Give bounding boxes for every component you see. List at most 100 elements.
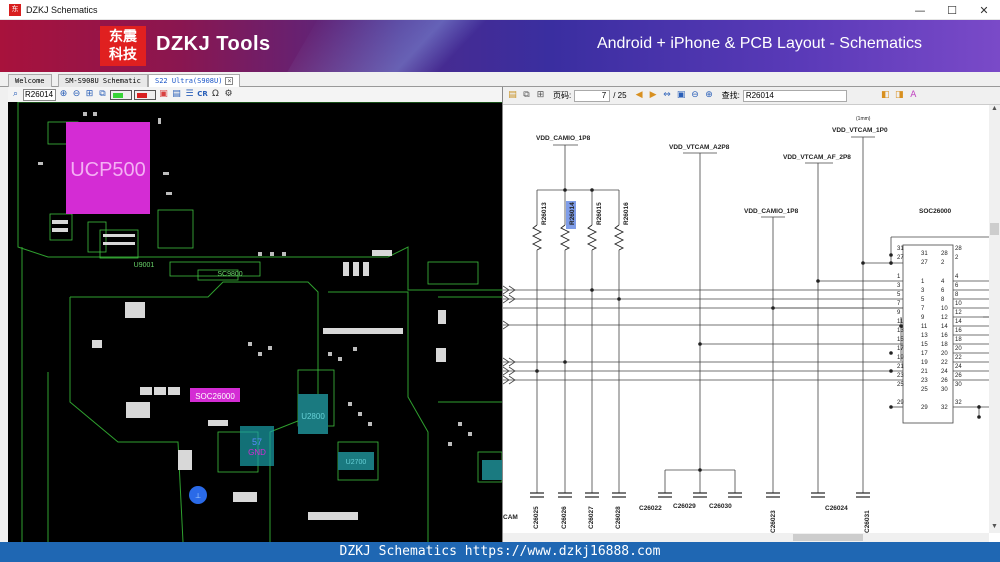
capacitor-symbols bbox=[530, 492, 870, 498]
tab-welcome[interactable]: Welcome bbox=[8, 74, 52, 87]
ic-inner-left-pin: 11 bbox=[921, 324, 928, 330]
search-icon[interactable]: ⌕ bbox=[10, 89, 21, 100]
ic-inner-left-pin: 29 bbox=[921, 405, 928, 411]
cr-toggle[interactable]: CR bbox=[197, 89, 208, 100]
ic-outer-left-pin: 25 bbox=[897, 382, 904, 388]
rail-labels: VDD_CAMIO_1P8 VDD_VTCAM_A2P8 VDD_VTCAM_A… bbox=[503, 127, 952, 521]
next-page-icon[interactable]: ▶ bbox=[648, 90, 659, 101]
close-button[interactable]: ✕ bbox=[968, 0, 1000, 20]
rail-vdd-camio-2: VDD_CAMIO_1P8 bbox=[744, 208, 799, 215]
pcb-canvas[interactable]: UCP500 U9001 SC9800 SOC26000 57 GND U280… bbox=[8, 102, 502, 542]
ic-inner-right-pin: 24 bbox=[941, 369, 948, 375]
chip-ucp500-label: UCP500 bbox=[70, 159, 146, 181]
zoom-in-icon[interactable]: ⊕ bbox=[58, 89, 69, 100]
highlight-icon[interactable]: A bbox=[908, 90, 919, 101]
flip-board-icon[interactable]: ⧉ bbox=[97, 89, 108, 100]
find-prev-icon[interactable]: ◧ bbox=[880, 90, 891, 101]
ic-outer-right-pin: 2 bbox=[955, 255, 959, 261]
ic-outer-right-pin: 32 bbox=[955, 400, 962, 406]
zoom-out-icon[interactable]: ⊖ bbox=[71, 89, 82, 100]
schematic-vertical-scrollbar[interactable]: ▲ ▼ bbox=[989, 105, 1000, 533]
page-number-input[interactable] bbox=[574, 89, 611, 102]
prev-page-icon[interactable]: ◀ bbox=[634, 90, 645, 101]
pcb-pads bbox=[52, 220, 446, 520]
ic-inner-right-pin: 16 bbox=[941, 333, 948, 339]
ic-outer-left-pin: 9 bbox=[897, 310, 901, 316]
ic-inner-right-pin: 30 bbox=[941, 387, 948, 393]
ic-outer-right-pin: 10 bbox=[955, 301, 962, 307]
schematic-horizontal-scrollbar[interactable] bbox=[503, 533, 989, 542]
minimize-button[interactable]: — bbox=[904, 0, 936, 20]
close-tab-icon[interactable]: × bbox=[225, 77, 234, 85]
ic-outer-right-pin: 22 bbox=[955, 355, 962, 361]
ic-outer-left-pin: 31 bbox=[897, 246, 904, 252]
banner-decoration bbox=[276, 20, 584, 72]
gnd-pad-number: 57 bbox=[252, 437, 262, 447]
maximize-button[interactable]: ☐ bbox=[936, 0, 968, 20]
ic-name-label: SOC26000 bbox=[919, 208, 952, 215]
ic-outer-left-pin: 19 bbox=[897, 355, 904, 361]
ic-inner-left-pin: 19 bbox=[921, 360, 928, 366]
ic-inner-right-pin: 6 bbox=[941, 288, 945, 294]
zoom-out-icon[interactable]: ⊖ bbox=[690, 90, 701, 101]
tab-schematic[interactable]: SM-S908U Schematic bbox=[58, 74, 148, 87]
ic-outer-right-pin: 28 bbox=[955, 246, 962, 252]
rail-vdd-vtcam-1p0: VDD_VTCAM_1P0 bbox=[832, 127, 888, 134]
ic-outer-left-pin: 3 bbox=[897, 283, 901, 289]
tab-label: S22 Ultra(S908U) bbox=[155, 77, 223, 85]
ic-pin-numbers: 3127135791113151719212325293127135791113… bbox=[897, 246, 962, 411]
ic-outer-left-pin: 29 bbox=[897, 400, 904, 406]
layer-top-icon[interactable]: ▣ bbox=[158, 89, 169, 100]
schematic-canvas[interactable]: VDD_CAMIO_1P8 VDD_VTCAM_A2P8 VDD_VTCAM_A… bbox=[503, 105, 989, 533]
dzkj-logo: 东震 科技 bbox=[100, 26, 146, 66]
ic-inner-right-pin: 14 bbox=[941, 324, 948, 330]
settings-icon[interactable]: ⚙ bbox=[223, 89, 234, 100]
fit-view-icon[interactable]: ⊞ bbox=[84, 89, 95, 100]
chip-u2700-label: U2700 bbox=[346, 459, 367, 466]
layer-bottom-icon[interactable]: ▤ bbox=[171, 89, 182, 100]
chip-soc26000-label: SOC26000 bbox=[195, 392, 235, 401]
ic-outer-right-pin: 18 bbox=[955, 337, 962, 343]
fit-page-icon[interactable]: ▣ bbox=[676, 90, 687, 101]
page-total: / 25 bbox=[613, 91, 627, 100]
pcb-layout-view[interactable]: UCP500 U9001 SC9800 SOC26000 57 GND U280… bbox=[8, 102, 502, 542]
ohm-icon[interactable]: Ω bbox=[210, 89, 221, 100]
color-picker-green[interactable] bbox=[110, 89, 132, 100]
color-picker-red[interactable] bbox=[134, 89, 156, 100]
ic-outer-right-pin: 24 bbox=[955, 364, 962, 370]
ic-outer-right-pin: 20 bbox=[955, 346, 962, 352]
schematic-search-input[interactable] bbox=[742, 89, 847, 102]
find-next-icon[interactable]: ◨ bbox=[894, 90, 905, 101]
capacitor-label: C26029 bbox=[673, 503, 696, 510]
rail-vdd-vtcam-a2: VDD_VTCAM_A2P8 bbox=[669, 144, 730, 151]
scroll-thumb[interactable] bbox=[793, 534, 863, 541]
ic-outer-left-pin: 11 bbox=[897, 319, 904, 325]
resistor-labels: R26013 R26014 R26015 R26016 bbox=[541, 202, 630, 225]
ic-outer-left-pin: 17 bbox=[897, 346, 904, 352]
window-title: DZKJ Schematics bbox=[26, 4, 98, 15]
brand-banner: 东震 科技 DZKJ Tools Android + iPhone & PCB … bbox=[0, 20, 1000, 72]
open-file-icon[interactable]: ▤ bbox=[507, 90, 518, 101]
scroll-thumb[interactable] bbox=[990, 223, 999, 235]
ic-inner-left-pin: 15 bbox=[921, 342, 928, 348]
pcb-search-input[interactable] bbox=[23, 88, 56, 101]
scroll-down-icon[interactable]: ▼ bbox=[989, 523, 1000, 533]
snapshot-icon[interactable]: ⊞ bbox=[535, 90, 546, 101]
ic-outer-left-pin: 7 bbox=[897, 301, 901, 307]
fit-width-icon[interactable]: ⇔ bbox=[662, 90, 673, 101]
ic-outer-left-pin: 15 bbox=[897, 337, 904, 343]
page-label: 页码: bbox=[553, 91, 572, 100]
capacitor-label: C26027 bbox=[588, 506, 595, 529]
zoom-in-icon[interactable]: ⊕ bbox=[704, 90, 715, 101]
ic-inner-left-pin: 1 bbox=[921, 279, 925, 285]
schematic-view[interactable]: VDD_CAMIO_1P8 VDD_VTCAM_A2P8 VDD_VTCAM_A… bbox=[503, 105, 989, 533]
ic-outer-left-pin: 1 bbox=[897, 274, 901, 280]
scroll-up-icon[interactable]: ▲ bbox=[989, 105, 1000, 115]
copy-icon[interactable]: ⧉ bbox=[521, 90, 532, 101]
ic-outer-right-pin: 6 bbox=[955, 283, 959, 289]
list-icon[interactable]: ☰ bbox=[184, 89, 195, 100]
resistor-label: R26013 bbox=[541, 202, 548, 225]
tab-pcb-layout[interactable]: S22 Ultra(S908U) × bbox=[148, 74, 241, 87]
tab-label: Welcome bbox=[15, 77, 45, 85]
capacitor-labels: C26025 C26026 C26027 C26028 C26022 C2602… bbox=[533, 503, 871, 533]
